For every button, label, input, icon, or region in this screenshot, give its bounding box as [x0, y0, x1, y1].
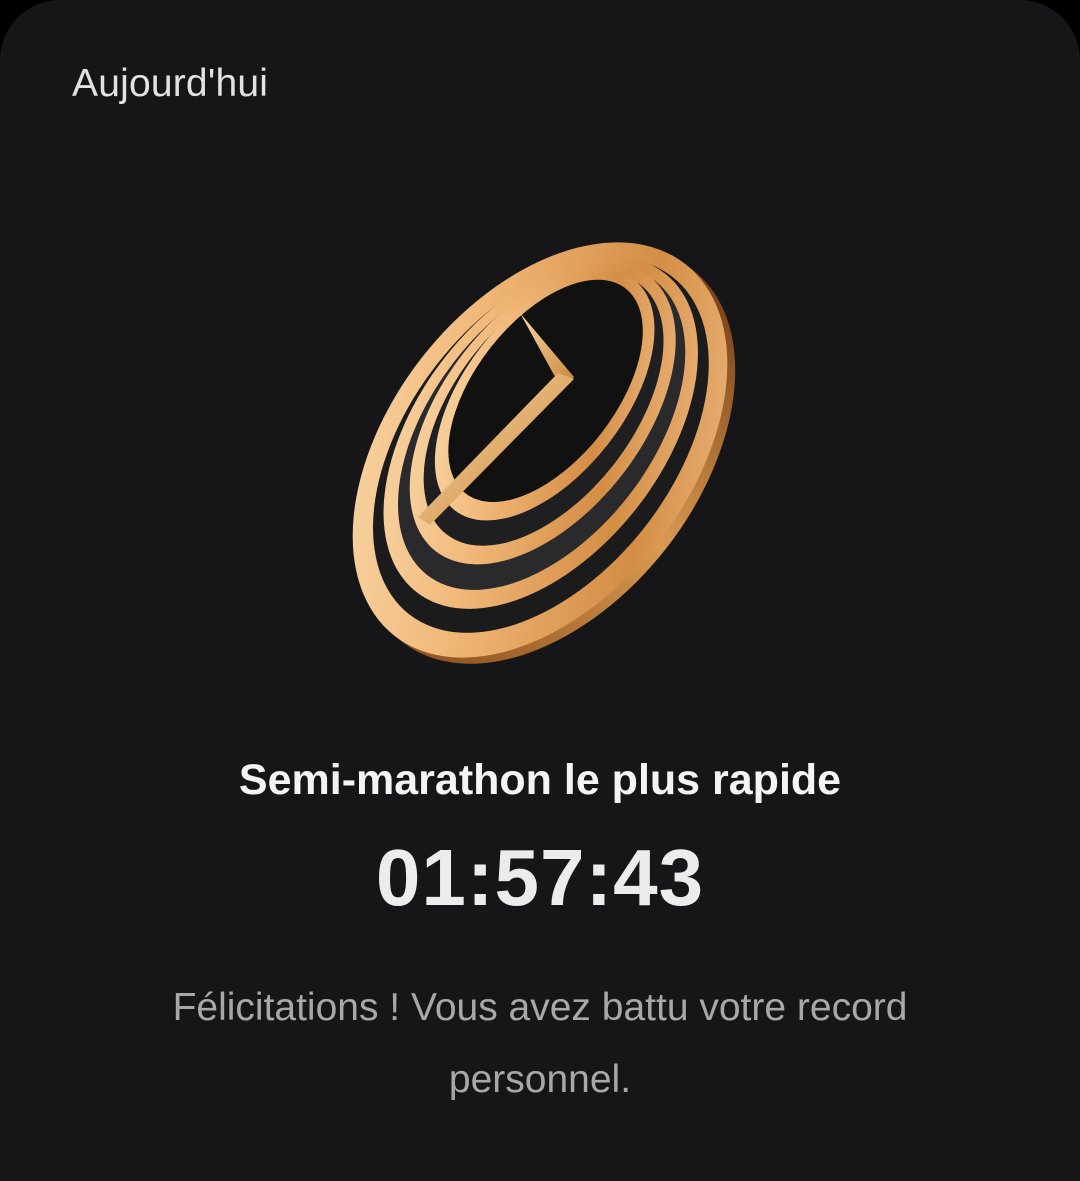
- congratulations-message: Félicitations ! Vous avez battu votre re…: [172, 986, 908, 1101]
- record-time: 01:57:43: [375, 833, 705, 922]
- gold-stopwatch-rings-icon: [352, 242, 736, 664]
- date-label: Aujourd'hui: [72, 62, 269, 105]
- achievement-card: Aujourd'hui Semi-marathon le plus rapide…: [0, 0, 1080, 1181]
- record-title: Semi-marathon le plus rapide: [238, 756, 842, 804]
